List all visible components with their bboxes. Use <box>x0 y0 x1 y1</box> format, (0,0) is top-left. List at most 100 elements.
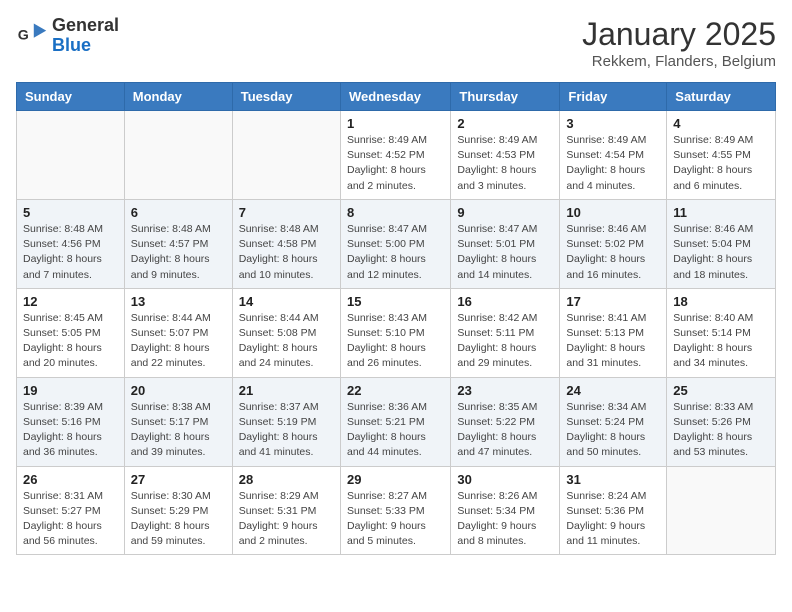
day-info: Sunrise: 8:49 AM Sunset: 4:55 PM Dayligh… <box>673 133 769 194</box>
day-number: 23 <box>457 383 553 398</box>
day-number: 2 <box>457 116 553 131</box>
calendar-cell <box>232 111 340 200</box>
calendar-cell: 24Sunrise: 8:34 AM Sunset: 5:24 PM Dayli… <box>560 377 667 466</box>
day-number: 4 <box>673 116 769 131</box>
day-number: 18 <box>673 294 769 309</box>
calendar-week-row: 19 Sunrise: 8:39 AM Sunset: 5:16 PM Dayli… <box>17 377 776 466</box>
weekday-header-wednesday: Wednesday <box>340 83 450 111</box>
title-block: January 2025 Rekkem, Flanders, Belgium <box>582 16 776 70</box>
calendar-cell: 18 Sunrise: 8:40 AM Sunset: 5:14 PM Dayli… <box>667 288 776 377</box>
svg-text:G: G <box>18 27 29 43</box>
logo-icon: G <box>16 20 48 52</box>
calendar-week-row: 26Sunrise: 8:31 AM Sunset: 5:27 PM Dayli… <box>17 466 776 555</box>
location: Rekkem, Flanders, Belgium <box>582 53 776 70</box>
calendar-cell: 2 Sunrise: 8:49 AM Sunset: 4:53 PM Daylig… <box>451 111 560 200</box>
day-number: 10 <box>566 205 660 220</box>
calendar-cell: 6Sunrise: 8:48 AM Sunset: 4:57 PM Daylig… <box>124 199 232 288</box>
day-number: 24 <box>566 383 660 398</box>
day-number: 7 <box>239 205 334 220</box>
calendar-cell: 28 Sunrise: 8:29 AM Sunset: 5:31 PM Dayli… <box>232 466 340 555</box>
weekday-header-sunday: Sunday <box>17 83 125 111</box>
day-info: Sunrise: 8:49 AM Sunset: 4:52 PM Dayligh… <box>347 133 444 194</box>
calendar-week-row: 1 Sunrise: 8:49 AM Sunset: 4:52 PM Daylig… <box>17 111 776 200</box>
day-info: Sunrise: 8:48 AM Sunset: 4:56 PM Dayligh… <box>23 222 118 283</box>
day-info: Sunrise: 8:35 AM Sunset: 5:22 PM Dayligh… <box>457 400 553 461</box>
day-number: 6 <box>131 205 226 220</box>
day-info: Sunrise: 8:42 AM Sunset: 5:11 PM Dayligh… <box>457 311 553 372</box>
day-number: 12 <box>23 294 118 309</box>
day-number: 16 <box>457 294 553 309</box>
weekday-header-monday: Monday <box>124 83 232 111</box>
calendar-cell: 30 Sunrise: 8:26 AM Sunset: 5:34 PM Dayli… <box>451 466 560 555</box>
day-info: Sunrise: 8:24 AM Sunset: 5:36 PM Dayligh… <box>566 489 660 550</box>
day-number: 30 <box>457 472 553 487</box>
day-number: 17 <box>566 294 660 309</box>
weekday-header-friday: Friday <box>560 83 667 111</box>
day-info: Sunrise: 8:49 AM Sunset: 4:53 PM Dayligh… <box>457 133 553 194</box>
calendar-cell: 7Sunrise: 8:48 AM Sunset: 4:58 PM Daylig… <box>232 199 340 288</box>
day-info: Sunrise: 8:46 AM Sunset: 5:04 PM Dayligh… <box>673 222 769 283</box>
day-number: 15 <box>347 294 444 309</box>
calendar-cell: 9 Sunrise: 8:47 AM Sunset: 5:01 PM Daylig… <box>451 199 560 288</box>
day-number: 19 <box>23 383 118 398</box>
calendar-cell <box>124 111 232 200</box>
day-info: Sunrise: 8:47 AM Sunset: 5:00 PM Dayligh… <box>347 222 444 283</box>
logo-text: General Blue <box>52 16 119 56</box>
day-info: Sunrise: 8:37 AM Sunset: 5:19 PM Dayligh… <box>239 400 334 461</box>
calendar-cell: 14 Sunrise: 8:44 AM Sunset: 5:08 PM Dayli… <box>232 288 340 377</box>
calendar-cell: 12Sunrise: 8:45 AM Sunset: 5:05 PM Dayli… <box>17 288 125 377</box>
calendar-cell: 15 Sunrise: 8:43 AM Sunset: 5:10 PM Dayli… <box>340 288 450 377</box>
calendar-cell: 16 Sunrise: 8:42 AM Sunset: 5:11 PM Dayli… <box>451 288 560 377</box>
day-info: Sunrise: 8:44 AM Sunset: 5:07 PM Dayligh… <box>131 311 226 372</box>
day-info: Sunrise: 8:46 AM Sunset: 5:02 PM Dayligh… <box>566 222 660 283</box>
day-info: Sunrise: 8:26 AM Sunset: 5:34 PM Dayligh… <box>457 489 553 550</box>
logo-blue: Blue <box>52 36 119 56</box>
day-info: Sunrise: 8:40 AM Sunset: 5:14 PM Dayligh… <box>673 311 769 372</box>
calendar-cell: 8Sunrise: 8:47 AM Sunset: 5:00 PM Daylig… <box>340 199 450 288</box>
day-info: Sunrise: 8:49 AM Sunset: 4:54 PM Dayligh… <box>566 133 660 194</box>
calendar-cell: 27Sunrise: 8:30 AM Sunset: 5:29 PM Dayli… <box>124 466 232 555</box>
day-number: 1 <box>347 116 444 131</box>
day-info: Sunrise: 8:33 AM Sunset: 5:26 PM Dayligh… <box>673 400 769 461</box>
day-number: 25 <box>673 383 769 398</box>
calendar-cell: 21 Sunrise: 8:37 AM Sunset: 5:19 PM Dayli… <box>232 377 340 466</box>
day-info: Sunrise: 8:29 AM Sunset: 5:31 PM Dayligh… <box>239 489 334 550</box>
calendar-week-row: 5Sunrise: 8:48 AM Sunset: 4:56 PM Daylig… <box>17 199 776 288</box>
day-info: Sunrise: 8:36 AM Sunset: 5:21 PM Dayligh… <box>347 400 444 461</box>
calendar-cell <box>17 111 125 200</box>
day-number: 3 <box>566 116 660 131</box>
day-info: Sunrise: 8:47 AM Sunset: 5:01 PM Dayligh… <box>457 222 553 283</box>
weekday-header-tuesday: Tuesday <box>232 83 340 111</box>
day-info: Sunrise: 8:43 AM Sunset: 5:10 PM Dayligh… <box>347 311 444 372</box>
day-info: Sunrise: 8:41 AM Sunset: 5:13 PM Dayligh… <box>566 311 660 372</box>
day-number: 14 <box>239 294 334 309</box>
weekday-header-thursday: Thursday <box>451 83 560 111</box>
calendar-cell: 19 Sunrise: 8:39 AM Sunset: 5:16 PM Dayli… <box>17 377 125 466</box>
calendar-cell: 31 Sunrise: 8:24 AM Sunset: 5:36 PM Dayli… <box>560 466 667 555</box>
calendar-cell: 4 Sunrise: 8:49 AM Sunset: 4:55 PM Daylig… <box>667 111 776 200</box>
day-number: 13 <box>131 294 226 309</box>
calendar-table: SundayMondayTuesdayWednesdayThursdayFrid… <box>16 82 776 555</box>
calendar-cell: 26Sunrise: 8:31 AM Sunset: 5:27 PM Dayli… <box>17 466 125 555</box>
day-info: Sunrise: 8:38 AM Sunset: 5:17 PM Dayligh… <box>131 400 226 461</box>
calendar-cell: 3 Sunrise: 8:49 AM Sunset: 4:54 PM Daylig… <box>560 111 667 200</box>
day-number: 29 <box>347 472 444 487</box>
day-info: Sunrise: 8:39 AM Sunset: 5:16 PM Dayligh… <box>23 400 118 461</box>
calendar-cell: 13 Sunrise: 8:44 AM Sunset: 5:07 PM Dayli… <box>124 288 232 377</box>
day-info: Sunrise: 8:44 AM Sunset: 5:08 PM Dayligh… <box>239 311 334 372</box>
calendar-cell: 17 Sunrise: 8:41 AM Sunset: 5:13 PM Dayli… <box>560 288 667 377</box>
calendar-cell: 20Sunrise: 8:38 AM Sunset: 5:17 PM Dayli… <box>124 377 232 466</box>
day-info: Sunrise: 8:27 AM Sunset: 5:33 PM Dayligh… <box>347 489 444 550</box>
day-number: 11 <box>673 205 769 220</box>
day-number: 9 <box>457 205 553 220</box>
calendar-cell: 10 Sunrise: 8:46 AM Sunset: 5:02 PM Dayli… <box>560 199 667 288</box>
day-number: 21 <box>239 383 334 398</box>
calendar-cell: 11 Sunrise: 8:46 AM Sunset: 5:04 PM Dayli… <box>667 199 776 288</box>
weekday-header-row: SundayMondayTuesdayWednesdayThursdayFrid… <box>17 83 776 111</box>
day-number: 27 <box>131 472 226 487</box>
day-number: 31 <box>566 472 660 487</box>
day-number: 28 <box>239 472 334 487</box>
calendar-cell: 22Sunrise: 8:36 AM Sunset: 5:21 PM Dayli… <box>340 377 450 466</box>
weekday-header-saturday: Saturday <box>667 83 776 111</box>
calendar-cell <box>667 466 776 555</box>
